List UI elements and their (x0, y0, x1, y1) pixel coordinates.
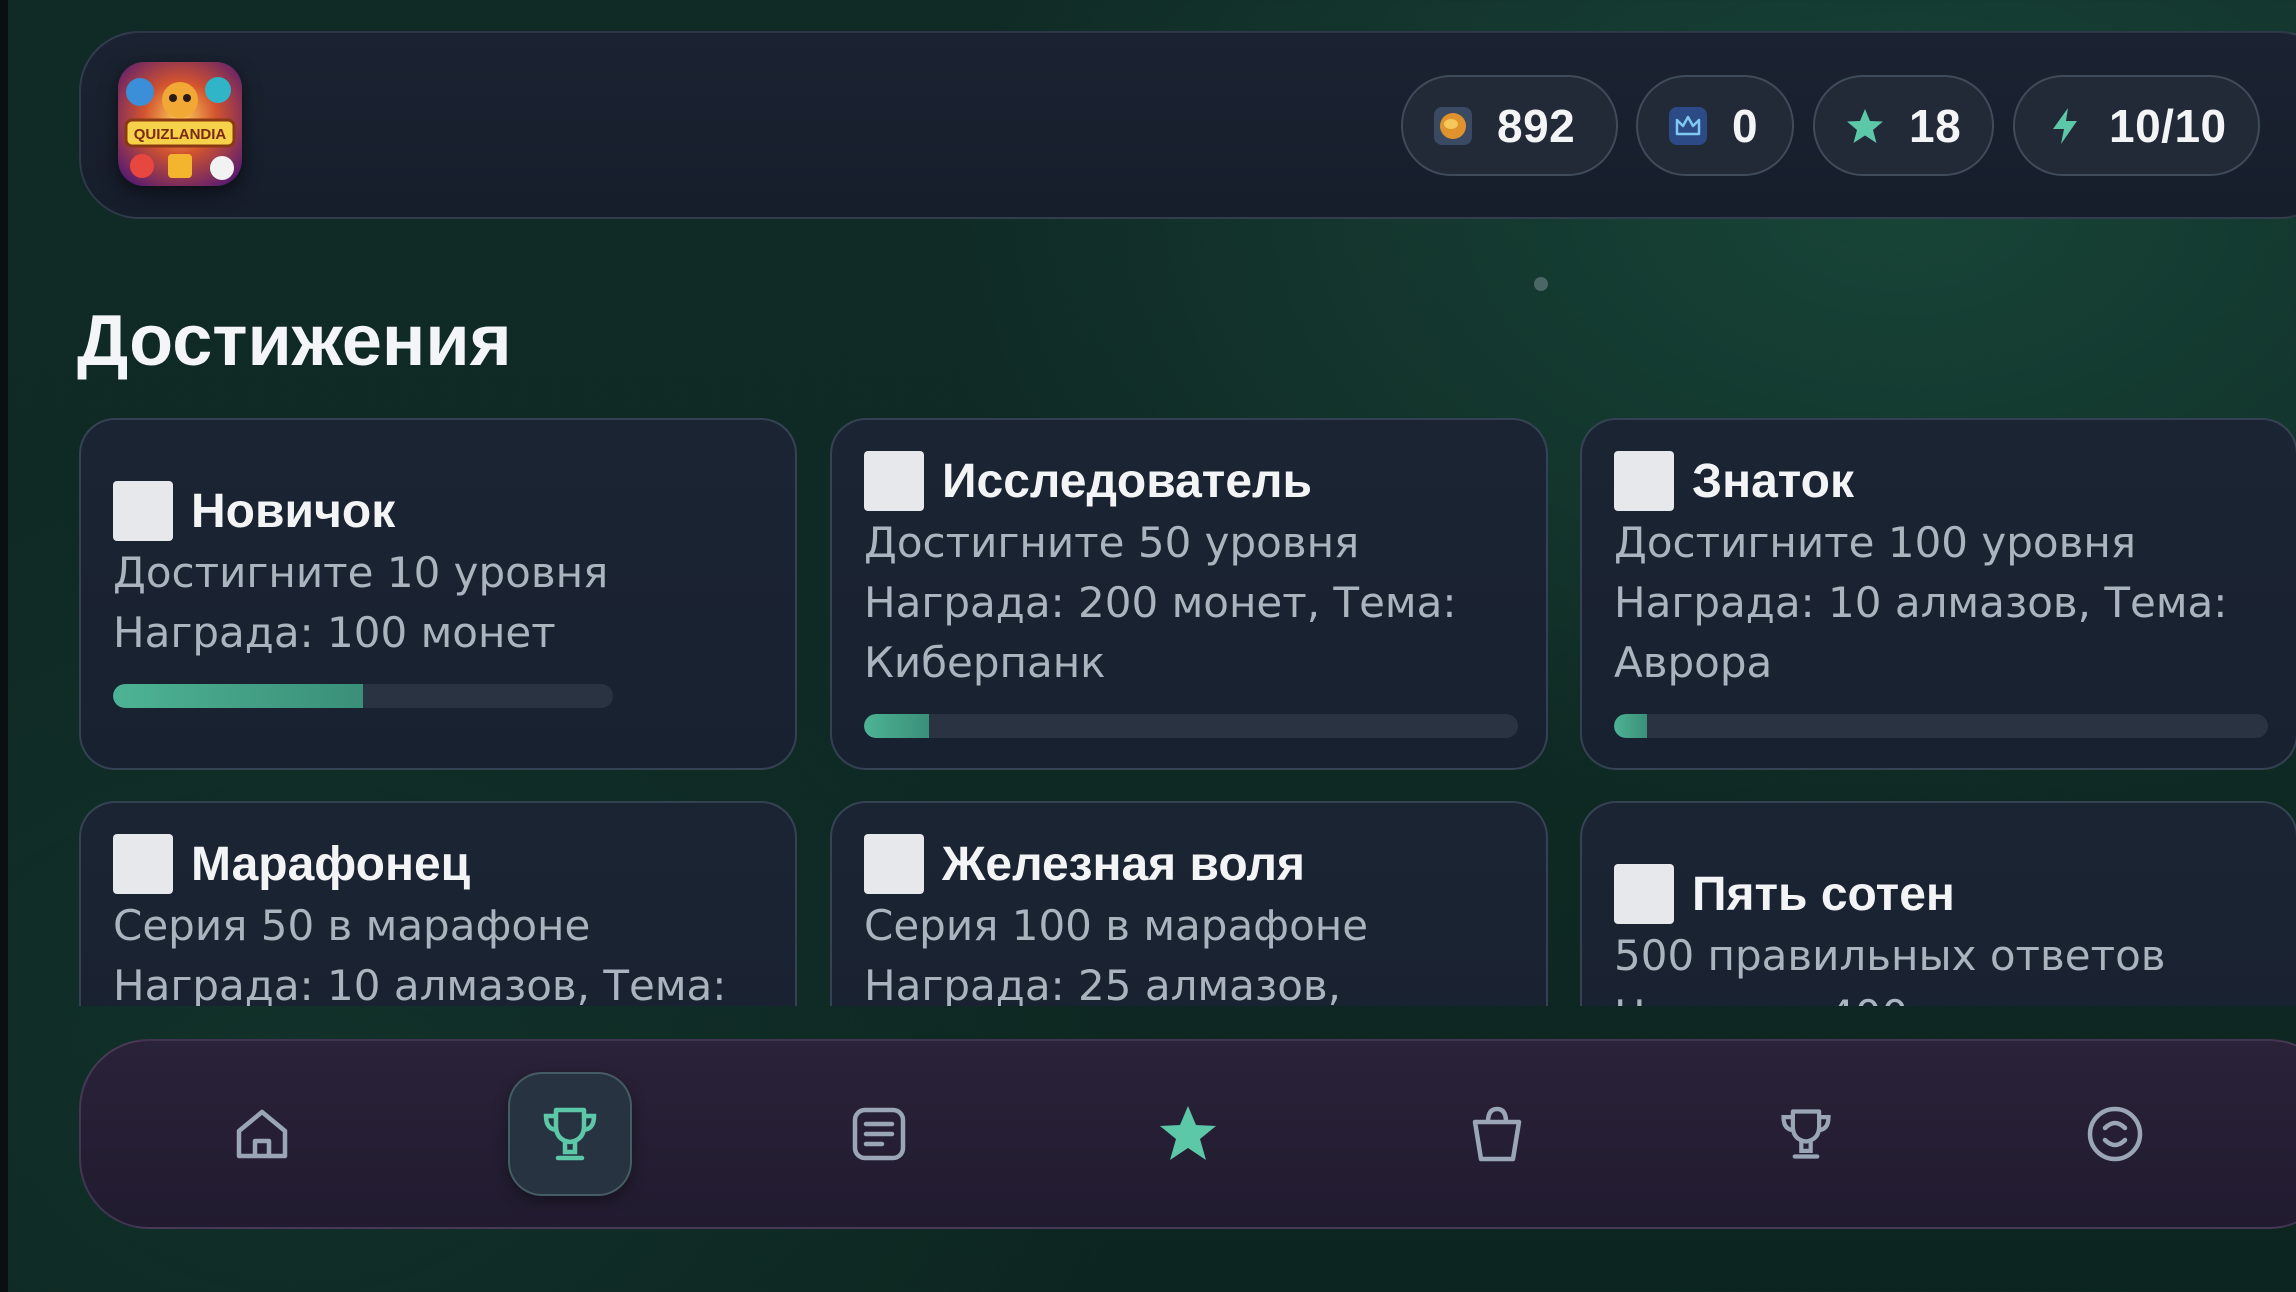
nav-favorites-button[interactable] (1126, 1072, 1250, 1196)
app-logo[interactable]: QUIZLANDIA (118, 62, 242, 186)
achievement-card[interactable]: Пять сотен 500 правильных ответов Наград… (1580, 801, 2296, 1006)
achievement-progress-bar (864, 714, 1518, 738)
achievement-card[interactable]: Знаток Достигните 100 уровня Награда: 10… (1580, 418, 2296, 770)
achievement-reward-continued: Аврора (1614, 638, 1773, 687)
achievement-progress-bar (113, 684, 613, 708)
achievement-name: Знаток (1692, 454, 1854, 508)
achievement-card[interactable]: Железная воля Серия 100 в марафоне Награ… (830, 801, 1548, 1006)
leaderboard-trophy-icon (1781, 1109, 1831, 1159)
stars-value: 18 (1909, 99, 1962, 152)
nav-shop-button[interactable] (1435, 1072, 1559, 1196)
page-indicator-dot (1534, 277, 1548, 291)
checkbox-icon (864, 834, 924, 894)
nav-profile-button[interactable] (2053, 1072, 2177, 1196)
progress-fill (864, 714, 930, 738)
star-icon (1845, 106, 1885, 146)
trophy-icon (543, 1107, 597, 1161)
coin-icon (1433, 106, 1473, 146)
crowns-value: 0 (1732, 99, 1759, 152)
achievement-description: Достигните 10 уровня (113, 548, 609, 597)
energy-value: 10/10 (2109, 99, 2227, 152)
achievement-description: Серия 50 в марафоне (113, 901, 591, 950)
achievement-description: Достигните 100 уровня (1614, 518, 2137, 567)
checkbox-icon (864, 451, 924, 511)
achievement-reward: Награда: 200 монет, Тема: (864, 578, 1457, 627)
achievement-name: Железная воля (942, 837, 1306, 891)
achievement-reward: Награда: 10 алмазов, Тема: (113, 961, 727, 1006)
crowns-counter[interactable]: 0 (1636, 75, 1794, 176)
energy-counter[interactable]: 10/10 (2013, 75, 2260, 176)
coins-counter[interactable]: 892 (1401, 75, 1618, 176)
crown-icon (1668, 106, 1708, 146)
achievement-card[interactable]: Исследователь Достигните 50 уровня Награ… (830, 418, 1548, 770)
progress-fill (113, 684, 363, 708)
achievement-description: Достигните 50 уровня (864, 518, 1360, 567)
checkbox-icon (113, 481, 173, 541)
nav-list-button[interactable] (817, 1072, 941, 1196)
achievement-card[interactable]: Марафонец Серия 50 в марафоне Награда: 1… (79, 801, 797, 1006)
nav-home-button[interactable] (200, 1072, 324, 1196)
profile-icon (2087, 1106, 2143, 1162)
achievement-name: Исследователь (942, 454, 1313, 508)
achievement-card[interactable]: Новичок Достигните 10 уровня Награда: 10… (79, 418, 797, 770)
coins-value: 892 (1497, 99, 1576, 152)
checkbox-icon (113, 834, 173, 894)
checkbox-icon (1614, 451, 1674, 511)
achievement-name: Марафонец (191, 837, 471, 891)
nav-leaderboard-button[interactable] (1744, 1072, 1868, 1196)
stars-counter[interactable]: 18 (1813, 75, 1994, 176)
lightning-icon (2045, 106, 2085, 146)
star-icon (1160, 1106, 1216, 1160)
quizlandia-logo-icon: QUIZLANDIA (118, 62, 242, 186)
achievement-description: 500 правильных ответов (1614, 931, 2166, 980)
achievement-description: Серия 100 в марафоне (864, 901, 1369, 950)
achievement-reward: Награда: 10 алмазов, Тема: (1614, 578, 2228, 627)
bag-icon (1472, 1106, 1522, 1162)
achievements-grid: Новичок Достигните 10 уровня Награда: 10… (0, 400, 2296, 1006)
achievement-name: Пять сотен (1692, 867, 1955, 921)
list-icon (852, 1107, 906, 1161)
progress-fill (1614, 714, 1647, 738)
svg-text:QUIZLANDIA: QUIZLANDIA (134, 126, 227, 143)
nav-achievements-button[interactable] (508, 1072, 632, 1196)
achievement-name: Новичок (191, 484, 396, 538)
achievement-reward: Награда: 100 монет (113, 608, 556, 657)
achievement-reward: Награда: 400 монет (1614, 986, 2166, 1006)
achievement-reward-continued: Киберпанк (864, 638, 1106, 687)
home-icon (236, 1109, 288, 1159)
achievement-reward: Награда: 25 алмазов, (864, 961, 1341, 1006)
page-title: Достижения (77, 301, 512, 381)
achievement-progress-bar (1614, 714, 2268, 738)
checkbox-icon (1614, 864, 1674, 924)
